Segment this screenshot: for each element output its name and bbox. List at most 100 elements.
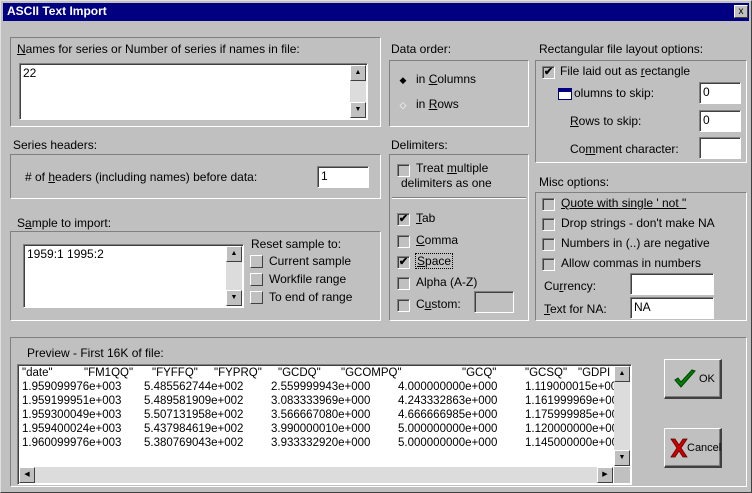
preview-label: Preview - First 16K of file: <box>27 346 164 360</box>
misc-section: Quote with single ' not " Drop strings -… <box>535 192 747 321</box>
series-headers-title: Series headers: <box>13 138 98 152</box>
end-of-range-button[interactable] <box>250 291 263 304</box>
preview-vscrollbar[interactable]: ▲ ▼ <box>614 366 630 466</box>
preview-cell: 4.000000000e+000 <box>398 381 498 393</box>
columns-icon <box>558 88 572 100</box>
headers-input[interactable]: 1 <box>317 166 369 188</box>
sample-label: Sample to import: <box>17 216 112 230</box>
preview-cell: 3.990000010e+000 <box>271 423 371 435</box>
rect-layout-title: Rectangular file layout options: <box>539 42 704 56</box>
data-order-section: ◆ in Columns ◇ in Rows <box>389 60 529 127</box>
preview-cell: 1.120000000e+00 <box>525 423 619 435</box>
radio-rows-label[interactable]: in Rows <box>416 97 459 111</box>
workfile-range-button[interactable] <box>250 273 263 286</box>
drop-strings-label[interactable]: Drop strings - don't make NA <box>561 216 715 230</box>
currency-input[interactable] <box>630 273 714 295</box>
names-textarea[interactable]: 22 ▲ ▼ <box>19 63 368 120</box>
scroll-down-button[interactable]: ▼ <box>350 102 366 118</box>
quote-single-checkbox[interactable] <box>542 198 555 211</box>
space-label[interactable]: Space <box>415 253 454 269</box>
preview-cell: 1.119000015e+00 <box>525 381 618 393</box>
comma-label[interactable]: Comma <box>416 233 458 247</box>
window-title: ASCII Text Import <box>7 4 107 18</box>
radio-columns[interactable]: ◆ <box>397 74 409 86</box>
file-rect-checkbox[interactable]: ✔ <box>542 66 555 79</box>
scroll-up-button[interactable]: ▲ <box>226 246 242 262</box>
quote-single-label[interactable]: Quote with single ' not " <box>561 196 686 210</box>
preview-cell: 2.559999943e+000 <box>271 381 371 393</box>
numbers-negative-label[interactable]: Numbers in (..) are negative <box>561 236 710 250</box>
title-bar[interactable]: ASCII Text Import x <box>3 3 749 21</box>
ok-button[interactable]: OK <box>664 359 722 399</box>
treat-multiple-label[interactable]: Treat multiple <box>416 161 488 175</box>
preview-cell: "date" <box>22 367 53 379</box>
tab-checkbox[interactable]: ✔ <box>397 213 410 226</box>
rows-skip-input[interactable]: 0 <box>699 110 741 132</box>
names-section: Names for series or Number of series if … <box>10 37 381 127</box>
delimiters-section: Treat multiple delimiters as one ✔ Tab C… <box>389 154 529 321</box>
alpha-label[interactable]: Alpha (A-Z) <box>416 275 477 289</box>
workfile-range-label[interactable]: Workfile range <box>269 272 346 286</box>
custom-label[interactable]: Custom: <box>416 297 461 311</box>
treat-multiple-label2[interactable]: delimiters as one <box>401 176 492 190</box>
columns-skip-label: olumns to skip: <box>574 86 655 100</box>
comment-input[interactable] <box>699 137 741 159</box>
space-checkbox[interactable]: ✔ <box>397 256 410 269</box>
scroll-right-button[interactable]: ▶ <box>597 467 613 483</box>
scroll-down-button[interactable]: ▼ <box>226 290 242 306</box>
rows-skip-label: Rows to skip: <box>570 114 642 128</box>
preview-cell: "GDPI <box>578 367 611 379</box>
radio-columns-label[interactable]: in Columns <box>416 72 476 86</box>
text-na-label: Text for NA: <box>544 302 607 316</box>
preview-cell: 1.161999969e+00 <box>525 395 619 407</box>
scroll-corner <box>614 467 630 483</box>
text-na-input[interactable]: NA <box>630 297 714 319</box>
current-sample-label[interactable]: Current sample <box>269 254 351 268</box>
x-icon <box>670 438 688 458</box>
preview-cell: 5.489581909e+002 <box>144 395 244 407</box>
comment-label: Comment character: <box>570 142 679 156</box>
tab-label[interactable]: Tab <box>416 211 435 225</box>
reset-sample-label: Reset sample to: <box>251 237 342 251</box>
radio-rows[interactable]: ◇ <box>397 99 409 111</box>
custom-input[interactable] <box>474 291 514 313</box>
scroll-up-button[interactable]: ▲ <box>614 366 630 382</box>
rect-layout-section: ✔ File laid out as rectangle olumns to s… <box>535 60 747 163</box>
cancel-label: Cancel <box>687 442 722 454</box>
misc-title: Misc options: <box>539 175 610 189</box>
current-sample-button[interactable] <box>250 255 263 268</box>
data-order-title: Data order: <box>391 42 452 56</box>
preview-cell: "GCOMPQ" <box>341 367 402 379</box>
sample-textarea[interactable]: 1959:1 1995:2 ▲ ▼ <box>23 244 244 308</box>
allow-commas-label[interactable]: Allow commas in numbers <box>561 256 701 270</box>
delimiter-divider <box>392 197 526 199</box>
preview-cell: "FYPRQ" <box>214 367 262 379</box>
alpha-checkbox[interactable] <box>397 277 410 290</box>
numbers-negative-checkbox[interactable] <box>542 238 555 251</box>
delimiters-title: Delimiters: <box>391 138 448 152</box>
preview-cell: 1.175999985e+00 <box>525 409 619 421</box>
preview-hscrollbar[interactable]: ◀ ▶ <box>19 467 613 483</box>
comma-checkbox[interactable] <box>397 235 410 248</box>
allow-commas-checkbox[interactable] <box>542 258 555 271</box>
custom-checkbox[interactable] <box>397 299 410 312</box>
scroll-left-button[interactable]: ◀ <box>19 467 35 483</box>
close-button[interactable]: x <box>734 5 748 18</box>
scroll-down-button[interactable]: ▼ <box>614 450 630 466</box>
preview-box[interactable]: "date" "FM1QQ" "FYFFQ" "FYPRQ" "GCDQ" "G… <box>17 364 632 485</box>
drop-strings-checkbox[interactable] <box>542 218 555 231</box>
scroll-up-button[interactable]: ▲ <box>350 65 366 81</box>
preview-cell: 5.507131958e+002 <box>144 409 244 421</box>
preview-section: Preview - First 16K of file: "date" "FM1… <box>10 337 747 487</box>
file-rect-label[interactable]: File laid out as rectangle <box>560 64 690 78</box>
sample-scrollbar[interactable]: ▲ ▼ <box>226 246 242 306</box>
names-label: Names for series or Number of series if … <box>17 42 300 56</box>
preview-cell: 4.666666985e+000 <box>398 409 498 421</box>
names-scrollbar[interactable]: ▲ ▼ <box>350 65 366 118</box>
headers-label: # of headers (including names) before da… <box>25 170 258 184</box>
columns-skip-input[interactable]: 0 <box>699 82 741 104</box>
end-of-range-label[interactable]: To end of range <box>269 290 352 304</box>
preview-cell: 3.933332920e+000 <box>271 437 371 449</box>
cancel-button[interactable]: Cancel <box>664 428 722 468</box>
preview-cell: "GCDQ" <box>278 367 321 379</box>
